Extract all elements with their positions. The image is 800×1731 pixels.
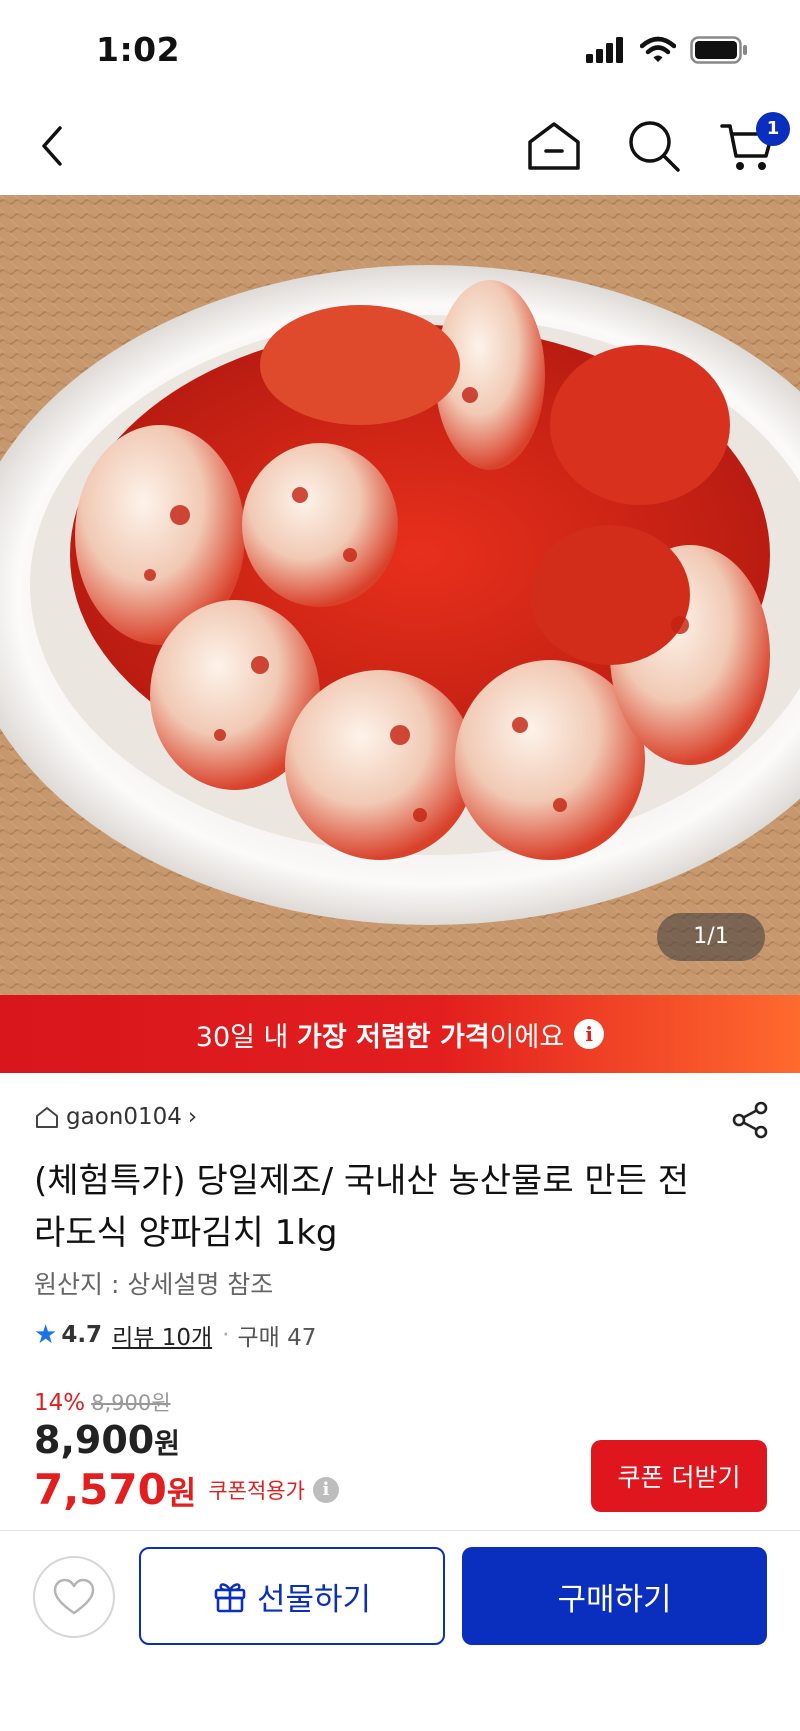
- purchase-count: 구매 47: [237, 1325, 317, 1351]
- banner-prefix: 30일 내: [195, 1021, 297, 1053]
- banner-suffix: 이에요: [489, 1021, 565, 1053]
- origin-info: 원산지 : 상세설명 참조: [34, 1270, 274, 1299]
- seller-name: gaon0104: [66, 1104, 182, 1130]
- cart-badge: 1: [756, 112, 790, 146]
- gift-button[interactable]: 선물하기: [139, 1547, 445, 1645]
- sale-price-unit: 원: [154, 1427, 180, 1460]
- search-icon[interactable]: [626, 118, 682, 174]
- coupon-price-amount: 7,570: [34, 1465, 167, 1514]
- rating-row: ★ 4.7 리뷰 10개 · 구매 47: [34, 1318, 316, 1352]
- status-bar: 1:02: [0, 0, 800, 100]
- wifi-icon: [640, 36, 676, 62]
- coupon-info-icon[interactable]: i: [312, 1476, 339, 1503]
- heart-icon: [53, 1578, 95, 1615]
- battery-icon: [690, 36, 747, 64]
- product-photo: [0, 195, 800, 995]
- get-coupon-button[interactable]: 쿠폰 더받기: [591, 1440, 767, 1512]
- image-counter: 1/1: [657, 913, 765, 961]
- product-title: (체험특가) 당일제조/ 국내산 농산물로 만든 전라도식 양파김치 1kg: [34, 1161, 690, 1253]
- buy-button[interactable]: 구매하기: [462, 1547, 767, 1645]
- home-small-icon: [36, 1107, 58, 1128]
- chevron-right-icon: ›: [187, 1104, 198, 1130]
- separator-dot: ·: [222, 1322, 230, 1348]
- discount-row: 14% 8,900원: [34, 1387, 171, 1417]
- discount-rate: 14%: [34, 1390, 86, 1416]
- info-icon[interactable]: i: [574, 1019, 605, 1049]
- sale-price-amount: 8,900: [34, 1418, 155, 1462]
- sale-price: 8,900원: [34, 1418, 180, 1462]
- share-icon[interactable]: [730, 1100, 770, 1140]
- signal-icon: [586, 37, 623, 63]
- home-icon[interactable]: [526, 118, 582, 174]
- banner-highlight: 가장 저렴한 가격: [296, 1021, 490, 1053]
- original-price: 8,900원: [91, 1391, 171, 1415]
- lowest-price-banner[interactable]: 30일 내 가장 저렴한 가격 이에요 i: [0, 995, 800, 1073]
- back-icon[interactable]: [30, 120, 82, 172]
- coupon-price: 7,570원: [34, 1465, 196, 1514]
- bottom-action-bar: 선물하기 구매하기: [0, 1530, 800, 1731]
- status-time: 1:02: [96, 30, 181, 69]
- coupon-price-label: 쿠폰적용가: [208, 1478, 305, 1503]
- rating-score: 4.7: [61, 1322, 103, 1348]
- gift-button-label: 선물하기: [256, 1581, 372, 1618]
- buy-button-label: 구매하기: [557, 1581, 672, 1618]
- gift-icon: [214, 1583, 246, 1613]
- reviews-link[interactable]: 리뷰 10개: [112, 1318, 212, 1352]
- status-icons: [586, 36, 748, 64]
- wishlist-button[interactable]: [33, 1556, 115, 1638]
- product-image[interactable]: 1/1: [0, 195, 800, 995]
- seller-link[interactable]: gaon0104 ›: [34, 1104, 197, 1130]
- coupon-price-unit: 원: [166, 1474, 197, 1512]
- coupon-price-row: 7,570원 쿠폰적용가 i: [34, 1465, 339, 1514]
- nav-bar: 1: [0, 100, 800, 195]
- star-icon: ★: [34, 1320, 58, 1350]
